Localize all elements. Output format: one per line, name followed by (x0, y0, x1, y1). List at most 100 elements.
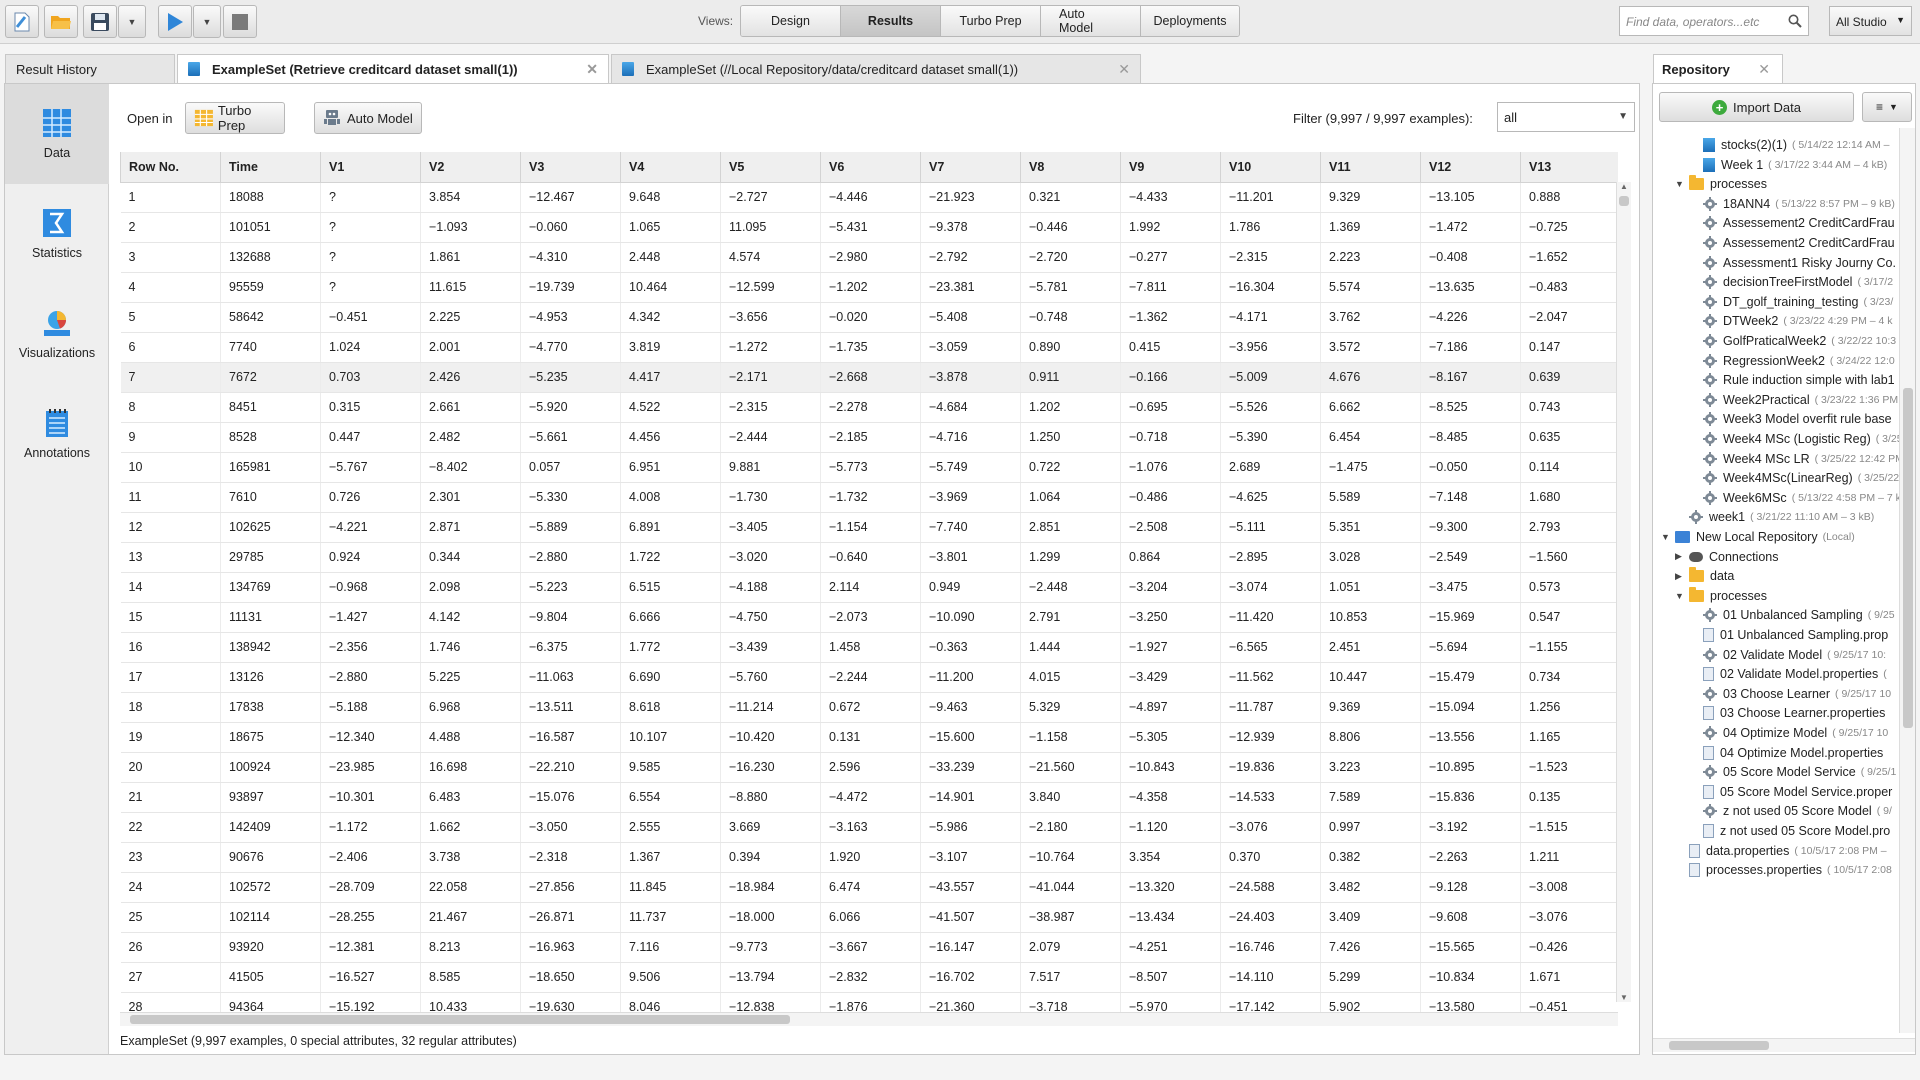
close-icon[interactable]: ✕ (586, 61, 598, 78)
process-gear-icon (1703, 686, 1717, 701)
table-cell: 3.028 (1320, 542, 1421, 573)
table-row[interactable]: 27 41505 −16.527 8.585 −18.650 9.506 −13.794 −2… (120, 962, 1618, 993)
table-cell: −2.444 (720, 422, 821, 453)
column-header[interactable]: Row No. (120, 152, 221, 183)
column-header[interactable]: V1 (320, 152, 421, 183)
column-header[interactable]: V8 (1020, 152, 1121, 183)
table-row[interactable]: 19 18675 −12.340 4.488 −16.587 10.107 −10.420 0… (120, 722, 1618, 753)
save-button[interactable] (83, 5, 117, 38)
table-vertical-scrollbar[interactable]: ▲ ▼ (1616, 182, 1631, 1002)
column-header[interactable]: V5 (720, 152, 821, 183)
table-row[interactable]: 15 11131 −1.427 4.142 −9.804 6.666 −4.750 −2.07… (120, 602, 1618, 633)
table-row[interactable]: 24 102572 −28.709 22.058 −27.856 11.845 −18.98… (120, 872, 1618, 903)
chevron-right-icon[interactable]: ▶ (1675, 551, 1685, 562)
column-header[interactable]: V10 (1220, 152, 1321, 183)
chevron-down-icon[interactable]: ▼ (1675, 179, 1685, 189)
scrollbar-thumb[interactable] (1619, 196, 1629, 206)
table-row[interactable]: 8 8451 0.315 2.661 −5.920 4.522 −2.315 −2.278 −4… (120, 392, 1618, 423)
repository-menu-button[interactable]: ≡ ▼ (1862, 92, 1912, 122)
table-row[interactable]: 18 17838 −5.188 6.968 −13.511 8.618 −11.214 0.6… (120, 692, 1618, 723)
tree-node-label: Week4 MSc (Logistic Reg) (1723, 432, 1871, 446)
close-icon[interactable]: ✕ (1758, 61, 1770, 78)
table-row[interactable]: 12 102625 −4.221 2.871 −5.889 6.891 −3.405 −1.1… (120, 512, 1618, 543)
repository-vertical-scrollbar[interactable] (1899, 128, 1915, 1033)
open-process-button[interactable] (44, 5, 78, 38)
table-cell: −2.832 (820, 962, 921, 993)
table-row[interactable]: 23 90676 −2.406 3.738 −2.318 1.367 0.394 1.920−… (120, 842, 1618, 873)
table-row[interactable]: 4 95559? 11.615 −19.739 10.464 −12.599 −1.202−… (120, 272, 1618, 303)
scrollbar-thumb[interactable] (1903, 388, 1913, 728)
view-tab-turbo-prep[interactable]: Turbo Prep (941, 6, 1041, 36)
column-header[interactable]: V12 (1420, 152, 1521, 183)
repository-tree-node[interactable]: processes.properties ( 10/5/17 2:08 (1675, 859, 1892, 881)
table-row[interactable]: 5 58642 −0.451 2.225 −4.953 4.342 −3.656 −0.020… (120, 302, 1618, 333)
repository-horizontal-scrollbar[interactable] (1653, 1038, 1915, 1052)
view-tab-results[interactable]: Results (841, 6, 941, 36)
table-row[interactable]: 25 102114 −28.255 21.467 −26.871 11.737 −18.00… (120, 902, 1618, 933)
table-cell: −4.472 (820, 782, 921, 813)
column-header[interactable]: V2 (420, 152, 521, 183)
table-cell: 9.648 (620, 182, 721, 213)
column-header[interactable]: V7 (920, 152, 1021, 183)
table-cell: 11.845 (620, 872, 721, 903)
view-tab-design[interactable]: Design (741, 6, 841, 36)
column-header[interactable]: V3 (520, 152, 621, 183)
table-row[interactable]: 22 142409 −1.172 1.662 −3.050 2.555 3.669 −3.16… (120, 812, 1618, 843)
sidebar-item-visualizations[interactable]: Visualizations (5, 284, 109, 384)
filter-select[interactable]: all ▼ (1497, 102, 1635, 132)
table-row[interactable]: 1 18088? 3.854 −12.467 9.648 −2.727 −4.446 −21.… (120, 182, 1618, 213)
table-row[interactable]: 20 100924 −23.985 16.698 −22.210 9.585 −16.230… (120, 752, 1618, 783)
sidebar-item-data[interactable]: Data (5, 84, 109, 184)
table-row[interactable]: 17 13126 −2.880 5.225 −11.063 6.690 −5.760 −2.2… (120, 662, 1618, 693)
run-dropdown-button[interactable]: ▼ (193, 5, 221, 38)
table-row[interactable]: 7 7672 0.703 2.426 −5.235 4.417 −2.171 −2.668 −3… (120, 362, 1618, 393)
open-in-turbo-prep-button[interactable]: Turbo Prep (185, 102, 285, 134)
scrollbar-thumb[interactable] (130, 1015, 790, 1024)
view-tab-deployments[interactable]: Deployments (1141, 6, 1239, 36)
tab-result-history[interactable]: Result History (5, 54, 175, 83)
table-row[interactable]: 9 8528 0.447 2.482 −5.661 4.456 −2.444 −2.185 −4… (120, 422, 1618, 453)
table-row[interactable]: 26 93920 −12.381 8.213 −16.963 7.116 −9.773 −3.… (120, 932, 1618, 963)
column-header[interactable]: V9 (1120, 152, 1221, 183)
column-header[interactable]: V11 (1320, 152, 1421, 183)
import-data-button[interactable]: + Import Data (1659, 92, 1854, 122)
tab-exampleset-retrieve[interactable]: ExampleSet (Retrieve creditcard dataset … (177, 54, 609, 83)
column-header[interactable]: Time (220, 152, 321, 183)
table-row[interactable]: 21 93897 −10.301 6.483 −15.076 6.554 −8.880 −4.… (120, 782, 1618, 813)
save-dropdown-button[interactable]: ▼ (118, 5, 146, 38)
table-row[interactable]: 16 138942 −2.356 1.746 −6.375 1.772 −3.439 1.45… (120, 632, 1618, 663)
chevron-right-icon[interactable]: ▶ (1675, 571, 1685, 582)
scrollbar-thumb[interactable] (1669, 1041, 1769, 1050)
studio-scope-select[interactable]: All Studio ▼ (1829, 6, 1912, 36)
new-process-button[interactable] (5, 5, 39, 38)
close-icon[interactable]: ✕ (1118, 61, 1130, 78)
tab-exampleset-local[interactable]: ExampleSet (//Local Repository/data/cred… (611, 54, 1141, 83)
table-cell: −0.277 (1120, 242, 1221, 273)
stop-process-button[interactable] (223, 5, 257, 38)
column-header[interactable]: V4 (620, 152, 721, 183)
sidebar-item-statistics[interactable]: Statistics (5, 184, 109, 284)
tab-repository[interactable]: Repository ✕ (1653, 54, 1783, 83)
table-cell: −3.439 (720, 632, 821, 663)
table-row[interactable]: 6 7740 1.024 2.001 −4.770 3.819 −1.272 −1.735 −3… (120, 332, 1618, 363)
view-tab-auto-model[interactable]: Auto Model (1041, 6, 1141, 36)
sidebar-item-annotations[interactable]: Annotations (5, 384, 109, 484)
chevron-up-icon[interactable]: ▲ (1620, 182, 1628, 191)
column-header[interactable]: V6 (820, 152, 921, 183)
column-header[interactable]: V13 (1520, 152, 1618, 183)
table-row[interactable]: 10 165981 −5.767 −8.402 0.057 6.951 9.881 −5.77… (120, 452, 1618, 483)
global-search-input[interactable]: Find data, operators...etc (1619, 6, 1809, 36)
table-horizontal-scrollbar[interactable] (120, 1012, 1618, 1026)
table-row[interactable]: 14 134769 −0.968 2.098 −5.223 6.515 −4.188 2.11… (120, 572, 1618, 603)
table-row[interactable]: 2 101051? −1.093 −0.060 1.065 11.095 −5.431 −9.… (120, 212, 1618, 243)
chevron-down-icon[interactable]: ▼ (1675, 591, 1685, 601)
table-row[interactable]: 3 132688? 1.861 −4.310 2.448 4.574 −2.980 −2.79… (120, 242, 1618, 273)
table-row[interactable]: 13 29785 0.924 0.344 −2.880 1.722 −3.020 −0.640… (120, 542, 1618, 573)
table-row[interactable]: 28 94364 −15.192 10.433 −19.630 8.046 −12.838−… (120, 992, 1618, 1012)
chevron-down-icon[interactable]: ▼ (1620, 993, 1628, 1002)
table-row[interactable]: 11 7610 0.726 2.301 −5.330 4.008 −1.730 −1.732−… (120, 482, 1618, 513)
table-cell: 3.572 (1320, 332, 1421, 363)
open-in-auto-model-button[interactable]: Auto Model (314, 102, 422, 134)
chevron-down-icon[interactable]: ▼ (1661, 532, 1671, 542)
run-process-button[interactable] (158, 5, 192, 38)
